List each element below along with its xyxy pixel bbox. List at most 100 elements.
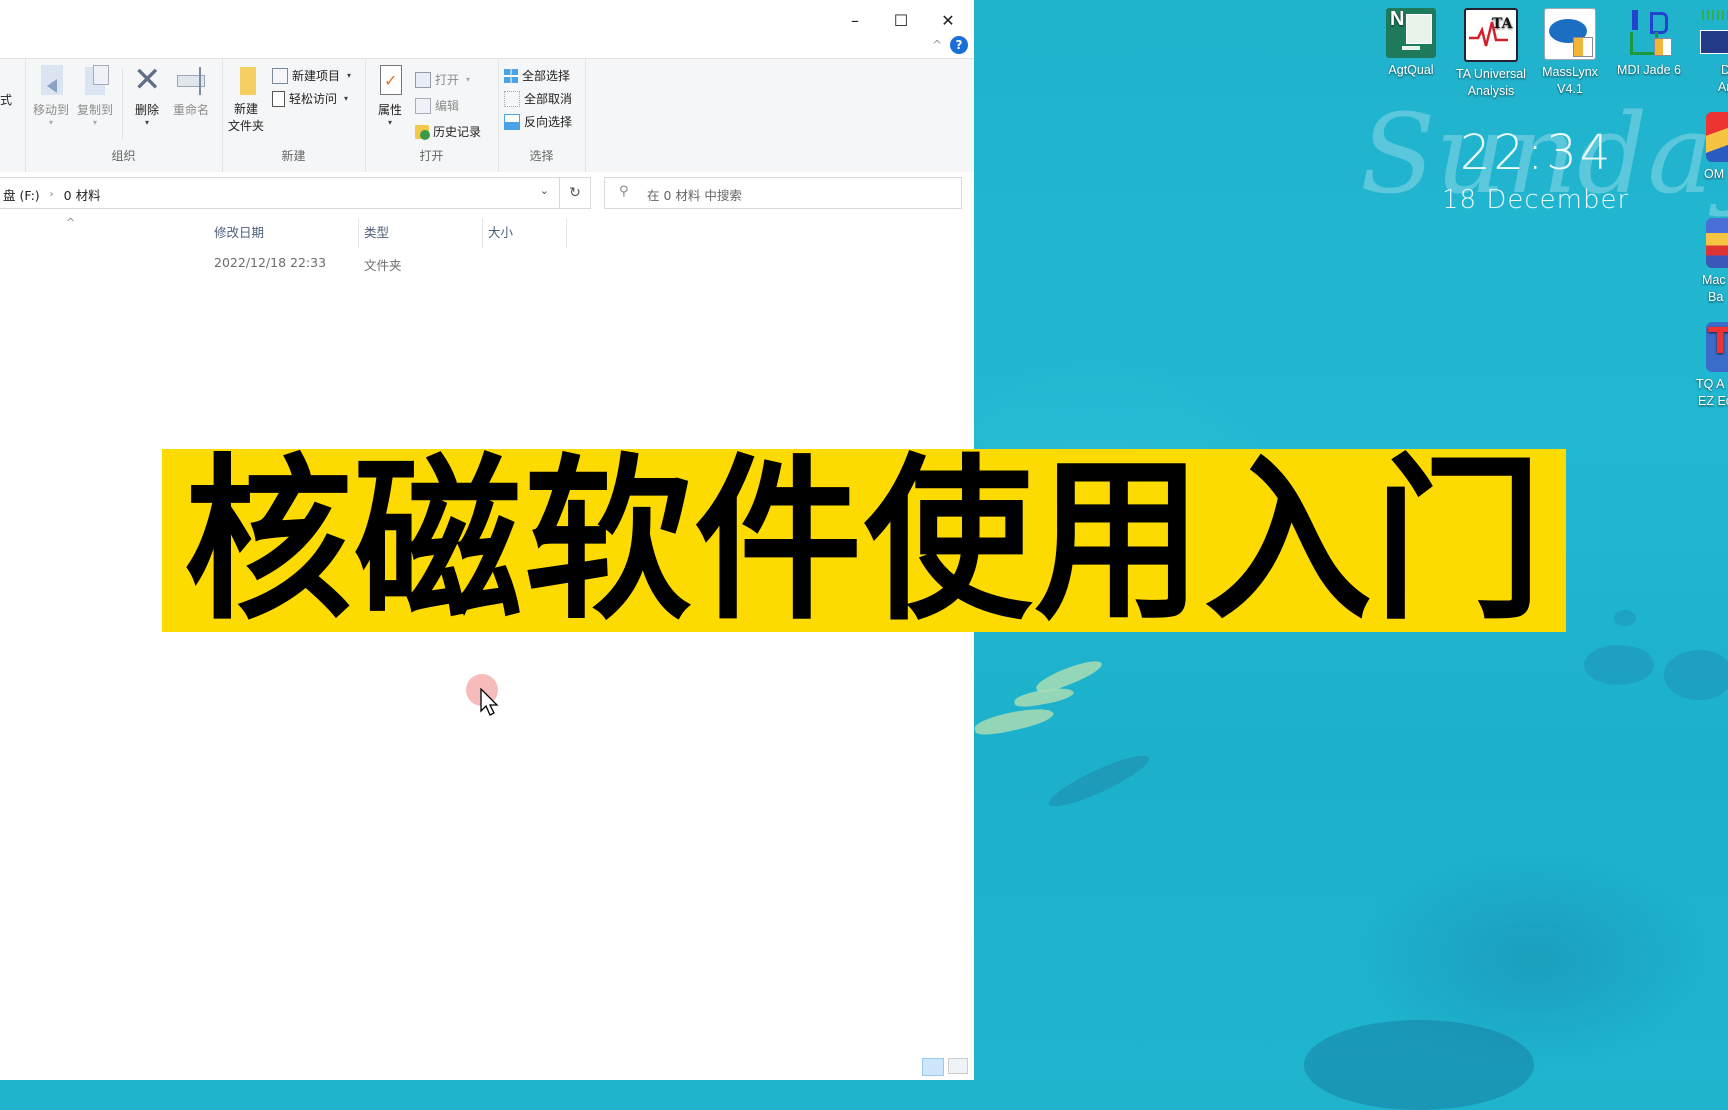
help-button[interactable]: ? [950, 36, 968, 54]
desktop-icon-ta-universal-analysis[interactable]: TA TA Universal Analysis [1452, 8, 1530, 100]
mac-ba-icon [1706, 218, 1728, 268]
breadcrumb-current-folder[interactable]: 0 材料 [64, 185, 101, 204]
breadcrumb-separator-icon[interactable]: › [50, 189, 54, 200]
move-to-label: 移动到 [32, 103, 69, 117]
move-to-button[interactable]: 移动到 ▾ [31, 65, 71, 127]
select-all-icon [504, 68, 518, 83]
desktop-icon-data-analysis[interactable]: Da Ana [1690, 8, 1728, 96]
mouse-cursor-icon [480, 688, 499, 716]
desktop-icon-masslynx[interactable]: MassLynx V4.1 [1531, 8, 1609, 98]
new-folder-button[interactable]: 新建 文件夹 [226, 65, 266, 135]
collapse-ribbon-icon[interactable]: ^ [932, 38, 942, 52]
copy-to-button[interactable]: 复制到 ▾ [75, 65, 115, 127]
ribbon-group-label: 组织 [111, 149, 136, 163]
close-button[interactable]: ✕ [925, 6, 971, 36]
select-none-icon [504, 90, 520, 107]
address-bar[interactable]: 盘 (F:) › 0 材料 ⌄ [0, 177, 560, 209]
copy-to-icon [81, 65, 109, 97]
file-type: 文件夹 [364, 258, 402, 273]
properties-icon: ✓ [376, 65, 404, 97]
desktop-icon-tq-ez[interactable]: T TQ A EZ Ec [1690, 322, 1728, 410]
wallpaper-fish [973, 703, 1055, 739]
desktop-icon-label: TA Universal [1456, 67, 1526, 81]
wallpaper-rock [1614, 610, 1636, 626]
breadcrumb-drive[interactable]: 盘 (F:) [3, 185, 40, 204]
desktop-icon-label: Ba [1708, 290, 1724, 304]
rename-button[interactable]: 重命名 [169, 65, 213, 118]
select-all-button[interactable]: 全部选择 [504, 67, 570, 84]
maximize-button[interactable]: ☐ [878, 6, 924, 36]
history-icon [415, 124, 430, 140]
select-none-button[interactable]: 全部取消 [504, 90, 572, 107]
desktop-icon-agtqual[interactable]: N AgtQual [1372, 8, 1450, 79]
mdi-jade-icon [1624, 8, 1674, 58]
move-to-icon [37, 65, 65, 97]
desktop-icon-mac-ba[interactable]: Mac Ba [1690, 218, 1728, 306]
clock-time: 22:34 [1460, 125, 1614, 181]
search-box[interactable]: ⚲ 在 0 材料 中搜索 [604, 177, 962, 209]
refresh-icon: ↻ [569, 185, 581, 201]
address-history-dropdown-icon[interactable]: ⌄ [540, 184, 549, 197]
tq-ez-icon: T [1706, 322, 1728, 372]
minimize-button[interactable]: – [832, 6, 878, 36]
desktop-icon-label: AgtQual [1388, 63, 1434, 77]
open-label: 打开 [435, 73, 460, 87]
invert-selection-icon [504, 113, 520, 130]
desktop-icon-om[interactable]: OM [1690, 112, 1728, 183]
edit-icon [415, 97, 431, 114]
title-bar: – ☐ ✕ ^ ? [0, 0, 974, 58]
delete-label: 删除 [134, 103, 159, 117]
large-icons-view-button[interactable] [948, 1058, 968, 1074]
om-icon [1706, 112, 1728, 162]
history-button[interactable]: 历史记录 [415, 123, 481, 140]
history-label: 历史记录 [433, 125, 482, 139]
properties-label: 属性 [377, 103, 402, 117]
edit-button[interactable]: 编辑 [415, 97, 459, 114]
ribbon-group-label: 打开 [419, 149, 444, 163]
select-none-label: 全部取消 [524, 92, 573, 106]
svg-text:TA: TA [1492, 16, 1514, 32]
banner-title: 核磁软件使用入门 [184, 437, 1544, 644]
desktop-icon-label: MassLynx [1542, 65, 1598, 79]
agtqual-icon: N [1386, 8, 1436, 58]
rename-label: 重命名 [172, 103, 209, 117]
file-row[interactable]: 2022/12/18 22:33 文件夹 [0, 252, 974, 274]
ta-universal-analysis-icon: TA [1464, 8, 1518, 62]
desktop-icon-label: OM [1704, 167, 1725, 181]
sort-ascending-icon: ^ [66, 216, 76, 229]
ribbon-group-open: ✓ 属性 ▾ 打开 ▾ 编辑 历史记录 打开 [365, 59, 499, 172]
new-item-button[interactable]: 新建项目 ▾ [272, 67, 351, 84]
new-folder-icon [232, 65, 260, 97]
refresh-button[interactable]: ↻ [560, 177, 591, 209]
masslynx-icon [1544, 8, 1596, 60]
new-folder-label-line1: 新建 [233, 102, 258, 116]
column-header-type[interactable]: 类型 [358, 218, 483, 248]
clock-date: 18 December [1442, 185, 1630, 215]
column-header-row: ^ 修改日期 类型 大小 [0, 216, 974, 248]
desktop-icon-mdi-jade[interactable]: MDI Jade 6 [1610, 8, 1688, 79]
column-header-size[interactable]: 大小 [482, 218, 567, 248]
title-banner: 核磁软件使用入门 [162, 449, 1566, 632]
easy-access-button[interactable]: 轻松访问 ▾ [272, 90, 348, 107]
ribbon: 式 移动到 ▾ 复制到 ▾ ✕ 删除 ▾ 重命名 组织 新建 文件夹 新建项目 … [0, 58, 974, 173]
ribbon-group-clipboard-partial: 式 [0, 59, 26, 172]
desktop-icon-label: MDI Jade 6 [1617, 63, 1681, 77]
open-button[interactable]: 打开 ▾ [415, 71, 470, 88]
invert-selection-button[interactable]: 反向选择 [504, 113, 572, 130]
open-icon [415, 71, 431, 88]
desktop-icon-label: EZ Ec [1698, 394, 1728, 408]
ribbon-partial-label: 式 [0, 93, 13, 107]
delete-button[interactable]: ✕ 删除 ▾ [129, 63, 165, 127]
column-header-modified[interactable]: 修改日期 [208, 218, 359, 248]
desktop-icon-label: V4.1 [1557, 82, 1583, 96]
ribbon-group-select: 全部选择 全部取消 反向选择 选择 [498, 59, 586, 172]
new-item-icon [272, 67, 288, 84]
search-icon: ⚲ [619, 184, 629, 199]
ribbon-group-new: 新建 文件夹 新建项目 ▾ 轻松访问 ▾ 新建 [222, 59, 366, 172]
desktop-icon-label: Analysis [1467, 84, 1515, 98]
properties-button[interactable]: ✓ 属性 ▾ [373, 65, 407, 127]
data-analysis-icon [1700, 8, 1728, 58]
easy-access-label: 轻松访问 [289, 92, 338, 106]
select-all-label: 全部选择 [522, 69, 571, 83]
details-view-button[interactable] [922, 1058, 944, 1076]
